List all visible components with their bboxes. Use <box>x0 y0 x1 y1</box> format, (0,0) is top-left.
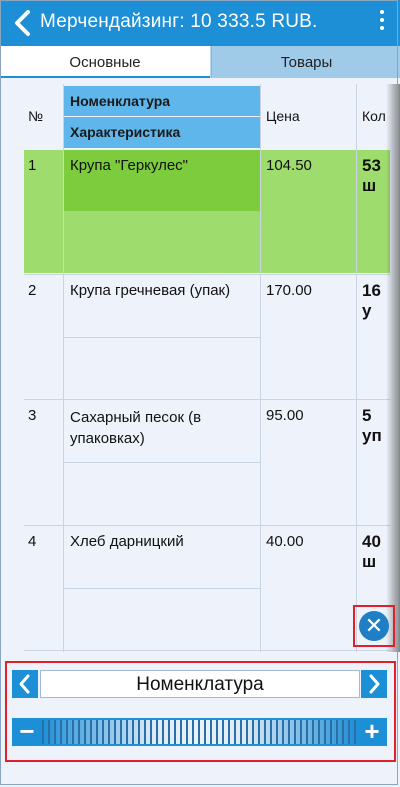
scroll-shadow <box>386 84 400 652</box>
column-header-characteristic[interactable]: Характеристика <box>64 117 260 148</box>
grid-line <box>24 650 390 651</box>
grid-line <box>24 525 390 526</box>
column-header-nomenclature[interactable]: Номенклатура <box>64 86 260 116</box>
slider-track[interactable] <box>42 720 356 744</box>
tab-goods[interactable]: Товары <box>211 46 400 78</box>
page-title: Мерчендайзинг: 10 333.5 RUB. <box>40 11 318 32</box>
plus-icon[interactable]: + <box>361 716 383 746</box>
row-price: 40.00 <box>266 533 304 550</box>
back-icon[interactable] <box>8 8 36 38</box>
grid-line <box>64 462 260 463</box>
column-header-num: № <box>28 108 44 124</box>
column-header-qty[interactable]: Кол <box>362 108 386 124</box>
grid-line <box>24 399 390 400</box>
grid-line <box>260 84 261 652</box>
row-number: 2 <box>28 282 37 299</box>
row-price: 95.00 <box>266 407 304 424</box>
tab-bar: Основные Товары <box>0 46 400 78</box>
grid-line <box>24 274 390 275</box>
row-name: Крупа "Геркулес" <box>70 157 188 174</box>
menu-icon[interactable] <box>378 10 386 36</box>
goods-table: № Номенклатура Характеристика Цена Кол 1… <box>24 84 390 652</box>
navigator-panel: Номенклатура − + <box>12 664 392 760</box>
table-row[interactable]: 1 Крупа "Геркулес" 104.50 53 ш <box>24 150 390 273</box>
field-selector[interactable]: Номенклатура <box>40 670 360 698</box>
row-number: 4 <box>28 533 37 550</box>
row-price: 104.50 <box>266 157 312 174</box>
title-bar: Мерчендайзинг: 10 333.5 RUB. <box>0 0 400 46</box>
scroll-slider[interactable]: − + <box>12 716 387 746</box>
close-icon[interactable]: ✕ <box>359 611 389 641</box>
row-name: Хлеб дарницкий <box>70 533 184 550</box>
chevron-right-icon <box>369 674 380 694</box>
grid-line <box>356 84 357 652</box>
chevron-left-icon <box>19 674 30 694</box>
tab-main[interactable]: Основные <box>0 46 210 78</box>
row-name: Сахарный песок (в упаковках) <box>70 409 202 447</box>
prev-button[interactable] <box>12 670 38 698</box>
row-price: 170.00 <box>266 282 312 299</box>
row-name: Крупа гречневая (упак) <box>70 282 231 299</box>
selected-cell[interactable]: Крупа "Геркулес" <box>64 150 260 211</box>
row-number: 1 <box>28 157 37 174</box>
row-number: 3 <box>28 407 37 424</box>
grid-line <box>63 84 64 652</box>
grid-line <box>64 337 260 338</box>
minus-icon[interactable]: − <box>16 716 38 746</box>
next-button[interactable] <box>361 670 387 698</box>
grid-line <box>64 588 260 589</box>
column-header-price[interactable]: Цена <box>266 108 300 124</box>
